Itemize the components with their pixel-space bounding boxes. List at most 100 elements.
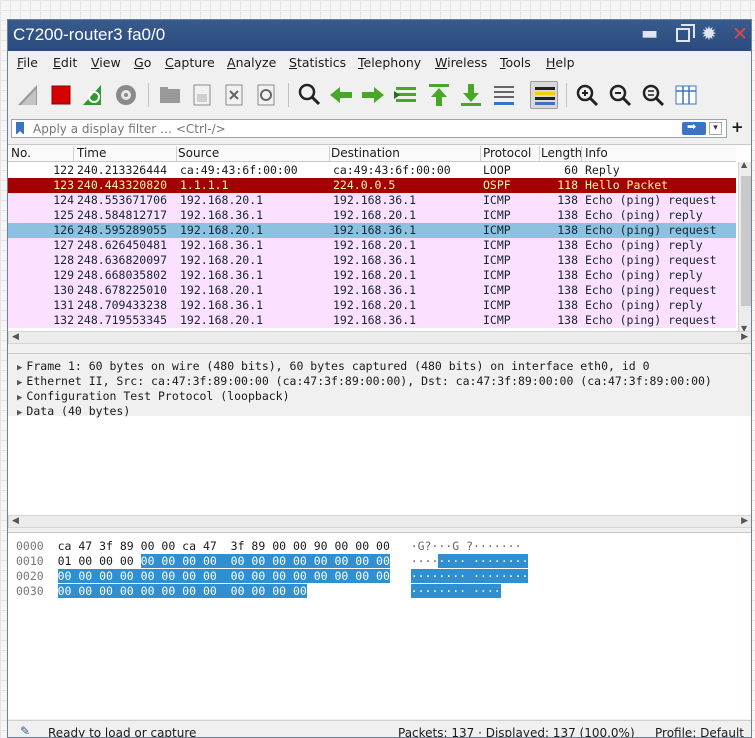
bytes-row[interactable]: 0000 ca 47 3f 89 00 00 ca 47 3f 89 00 00… [16,539,521,554]
details-horizontal-scrollbar[interactable]: ◀ ▶ [8,515,751,528]
zoom-reset-icon[interactable] [639,81,667,109]
menu-telephony[interactable]: Telephony [358,55,421,70]
packet-destination: 192.168.36.1 [333,193,417,207]
table-row[interactable]: 130 248.678225010 192.168.20.1 192.168.36.1… [8,283,736,298]
scroll-right-icon[interactable]: ▶ [741,332,748,342]
scroll-left-icon[interactable]: ◀ [12,332,19,342]
menu-file[interactable]: File [17,55,38,70]
detail-row-ethernet[interactable]: ▶ Ethernet II, Src: ca:47:3f:89:00:00 (ca… [17,374,712,388]
detail-row-frame[interactable]: ▶ Frame 1: 60 bytes on wire (480 bits), 6… [17,359,650,373]
minimize-icon[interactable]: ▬ [641,23,658,45]
packet-source: 192.168.20.1 [180,223,264,237]
restore-icon[interactable] [676,24,695,42]
packet-length: 118 [557,178,578,192]
gear-icon[interactable]: ✹ [701,23,717,45]
menu-statistics[interactable]: Statistics [289,55,346,70]
expert-info-icon[interactable]: ✎ [20,724,30,737]
zoom-out-icon[interactable] [606,81,634,109]
restart-capture-icon[interactable] [79,81,107,109]
column-header-no[interactable]: No. [11,146,74,161]
packet-length: 138 [557,298,578,312]
detail-row-data[interactable]: ▶ Data (40 bytes) [17,404,130,418]
bytes-row[interactable]: 0030 00 00 00 00 00 00 00 00 00 00 00 00… [16,584,501,599]
expand-arrow-icon[interactable]: ▶ [17,408,22,418]
bytes-row[interactable]: 0020 00 00 00 00 00 00 00 00 00 00 00 00… [16,569,529,584]
column-header-protocol[interactable]: Protocol [483,146,540,161]
colorize-icon[interactable] [530,81,558,109]
table-row[interactable]: 132 248.719553345 192.168.20.1 192.168.36.1… [8,313,736,328]
capture-options-icon[interactable] [112,81,140,109]
expand-arrow-icon[interactable]: ▶ [17,378,22,388]
packet-time: 248.678225010 [77,283,168,297]
status-bar: ✎ Ready to load or capture Packets: 137 … [8,720,751,737]
menu-analyze[interactable]: Analyze [227,55,276,70]
column-header-time[interactable]: Time [77,146,177,161]
apply-filter-icon[interactable] [682,120,706,135]
byte-offset: 0010 [16,554,44,568]
reload-file-icon[interactable] [252,81,280,109]
close-file-icon[interactable] [220,81,248,109]
resize-columns-icon[interactable] [672,81,700,109]
packet-time: 248.595289055 [77,223,168,237]
packet-info: Echo (ping) reply [585,208,703,222]
filter-dropdown-icon[interactable]: ▾ [709,122,722,135]
close-icon[interactable]: ✕ [732,23,748,45]
detail-row-loopback[interactable]: ▶ Configuration Test Protocol (loopback) [17,389,290,403]
packet-list: No. Time Source Destination Protocol Len… [8,144,751,332]
packet-time: 248.668035802 [77,268,168,282]
go-back-icon[interactable] [327,81,355,109]
table-row[interactable]: 125 248.584812717 192.168.36.1 192.168.20.1… [8,208,736,223]
status-profile[interactable]: Profile: Default [655,726,744,737]
column-header-destination[interactable]: Destination [331,146,481,161]
bookmark-icon[interactable] [16,122,24,135]
go-to-packet-icon[interactable] [392,81,420,109]
packet-destination: 224.0.0.5 [333,178,396,192]
save-file-icon[interactable] [188,81,216,109]
menu-go[interactable]: Go [134,55,151,70]
packet-protocol: ICMP [483,208,511,222]
expand-arrow-icon[interactable]: ▶ [17,393,22,403]
table-row[interactable]: 127 248.626450481 192.168.36.1 192.168.20.1… [8,238,736,253]
packet-info: Echo (ping) request [585,283,717,297]
display-filter-input[interactable] [33,121,653,136]
title-bar[interactable]: C7200-router3 fa0/0 ▬ ✹ ✕ [8,20,751,51]
table-row[interactable]: 124 248.553671706 192.168.20.1 192.168.36.1… [8,193,736,208]
column-header-length[interactable]: Length [541,146,582,161]
bytes-row[interactable]: 0010 01 00 00 00 00 00 00 00 00 00 00 00… [16,554,529,569]
menu-help[interactable]: Help [546,55,575,70]
menu-tools[interactable]: Tools [500,55,531,70]
shark-fin-start-icon[interactable] [15,81,43,109]
table-row[interactable]: 128 248.636820097 192.168.20.1 192.168.36.1… [8,253,736,268]
packet-list-horizontal-scrollbar[interactable]: ◀ ▶ [8,331,751,344]
scroll-up-icon[interactable]: ▲ [741,160,747,169]
scroll-right-icon[interactable]: ▶ [741,516,748,526]
go-last-packet-icon[interactable] [457,81,485,109]
go-forward-icon[interactable] [359,81,387,109]
add-filter-button[interactable]: + [731,118,744,136]
go-first-packet-icon[interactable] [425,81,453,109]
menu-capture[interactable]: Capture [165,55,215,70]
packet-list-vertical-scrollbar[interactable]: ▲ ▼ [738,160,751,332]
table-row[interactable]: 126 248.595289055 192.168.20.1 192.168.36.1… [8,223,736,238]
menu-wireless[interactable]: Wireless [435,55,487,70]
stop-capture-icon[interactable] [47,81,75,109]
packet-destination: 192.168.36.1 [333,253,417,267]
zoom-in-icon[interactable] [573,81,601,109]
column-header-info[interactable]: Info [585,146,735,161]
auto-scroll-icon[interactable] [490,81,518,109]
scrollbar-thumb[interactable] [741,176,751,306]
table-row[interactable]: 123 240.443320820 1.1.1.1 224.0.0.5 OSPF 118 H… [8,178,736,193]
expand-arrow-icon[interactable]: ▶ [17,363,22,373]
find-packet-icon[interactable] [295,81,323,109]
table-row[interactable]: 129 248.668035802 192.168.36.1 192.168.20.1… [8,268,736,283]
menu-view[interactable]: View [91,55,121,70]
scroll-left-icon[interactable]: ◀ [12,516,19,526]
table-row[interactable]: 131 248.709433238 192.168.36.1 192.168.20.1… [8,298,736,313]
packet-time: 248.584812717 [77,208,168,222]
column-header-source[interactable]: Source [178,146,330,161]
menu-edit[interactable]: Edit [53,55,77,70]
table-row[interactable]: 122 240.213326444 ca:49:43:6f:00:00 ca:49:4… [8,163,736,178]
packet-protocol: ICMP [483,283,511,297]
wireshark-window: C7200-router3 fa0/0 ▬ ✹ ✕ File Edit View… [7,19,752,738]
open-file-icon[interactable] [156,81,184,109]
